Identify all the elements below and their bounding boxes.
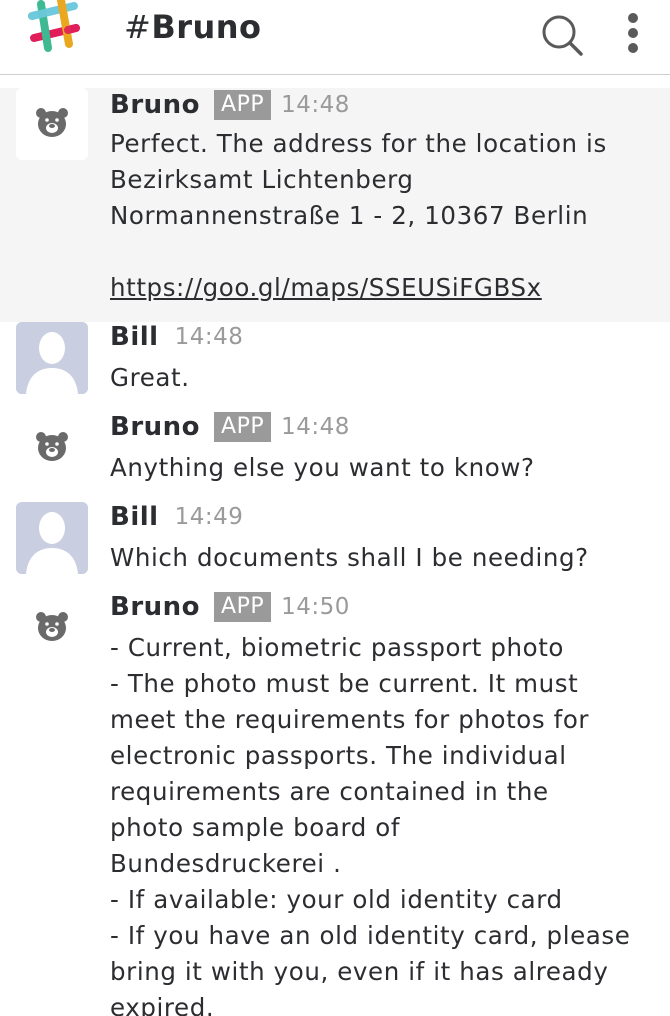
- app-badge: APP: [214, 412, 272, 442]
- bear-icon: [36, 108, 68, 137]
- timestamp: 14:48: [281, 92, 350, 118]
- bear-avatar[interactable]: [16, 88, 88, 160]
- maps-link[interactable]: https://goo.gl/maps/SSEUSiFGBSx: [110, 273, 542, 302]
- message-header: Bruno APP 14:48: [110, 90, 350, 126]
- message-text: Great.: [110, 360, 660, 396]
- sender-name[interactable]: Bruno: [110, 412, 200, 442]
- timestamp: 14:49: [174, 504, 244, 530]
- sender-name[interactable]: Bruno: [110, 592, 200, 622]
- search-icon[interactable]: [538, 12, 586, 56]
- message-line: Anything else you want to know?: [110, 453, 535, 482]
- message-line: bring it with you, even if it has alread…: [110, 957, 609, 986]
- message-header: Bruno APP 14:50: [110, 592, 350, 628]
- person-silhouette-icon: [16, 322, 88, 394]
- message-text: Which documents shall I be needing?: [110, 540, 660, 576]
- app-badge: APP: [214, 90, 272, 120]
- message-line: Bezirksamt Lichtenberg: [110, 165, 414, 194]
- message-header: Bill 14:48: [110, 322, 243, 358]
- message-line: Which documents shall I be needing?: [110, 543, 589, 572]
- message-header: Bruno APP 14:48: [110, 412, 350, 448]
- message-header: Bill 14:49: [110, 502, 243, 538]
- message-line: electronic passports. The individual: [110, 741, 567, 770]
- timestamp: 14:48: [281, 414, 350, 440]
- slack-logo-icon[interactable]: [24, 0, 84, 52]
- bear-icon: [36, 432, 68, 461]
- message-text: Perfect. The address for the location is…: [110, 126, 660, 306]
- person-silhouette-icon: [16, 502, 88, 574]
- bear-avatar[interactable]: [16, 412, 88, 484]
- channel-header: #Bruno: [0, 0, 670, 75]
- bear-icon: [36, 612, 68, 641]
- timestamp: 14:48: [174, 324, 244, 350]
- message-line: photo sample board of: [110, 813, 401, 842]
- timestamp: 14:50: [281, 594, 350, 620]
- message-item[interactable]: Bruno APP 14:48 Anything else you want to …: [0, 412, 670, 502]
- message-line: Normannenstraße 1 - 2, 10367 Berlin: [110, 201, 589, 230]
- person-avatar[interactable]: [16, 322, 88, 394]
- person-avatar[interactable]: [16, 502, 88, 574]
- app-badge: APP: [214, 592, 272, 622]
- vertical-ellipsis-icon[interactable]: [618, 10, 648, 56]
- message-line: - If available: your old identity card: [110, 885, 563, 914]
- message-line: expired.: [110, 993, 215, 1016]
- message-item[interactable]: Bill 14:48 Great.: [0, 322, 670, 412]
- message-item[interactable]: Bill 14:49 Which documents shall I be nee…: [0, 502, 670, 592]
- message-list[interactable]: Bruno APP 14:48 Perfect. The address for t…: [0, 75, 670, 1016]
- channel-name: Bruno: [151, 8, 262, 46]
- message-line: meet the requirements for photos for: [110, 705, 590, 734]
- sender-name[interactable]: Bill: [110, 502, 159, 532]
- bear-avatar[interactable]: [16, 592, 88, 664]
- message-line: Perfect. The address for the location is: [110, 129, 607, 158]
- channel-title: #Bruno: [124, 8, 262, 46]
- message-line: - Current, biometric passport photo: [110, 633, 565, 662]
- channel-hash: #: [124, 8, 152, 46]
- message-item[interactable]: Bruno APP 14:48 Perfect. The address for t…: [0, 88, 670, 322]
- message-item[interactable]: Bruno APP 14:50 - Current, biometric passp…: [0, 592, 670, 1016]
- message-line: Bundesdruckerei .: [110, 849, 342, 878]
- message-line: [110, 234, 660, 270]
- message-line: Great.: [110, 363, 190, 392]
- message-line: - If you have an old identity card, plea…: [110, 921, 631, 950]
- message-line: requirements are contained in the: [110, 777, 549, 806]
- message-text: - Current, biometric passport photo - Th…: [110, 630, 660, 1016]
- message-text: Anything else you want to know?: [110, 450, 660, 486]
- message-line: - The photo must be current. It must: [110, 669, 579, 698]
- sender-name[interactable]: Bruno: [110, 90, 200, 120]
- sender-name[interactable]: Bill: [110, 322, 159, 352]
